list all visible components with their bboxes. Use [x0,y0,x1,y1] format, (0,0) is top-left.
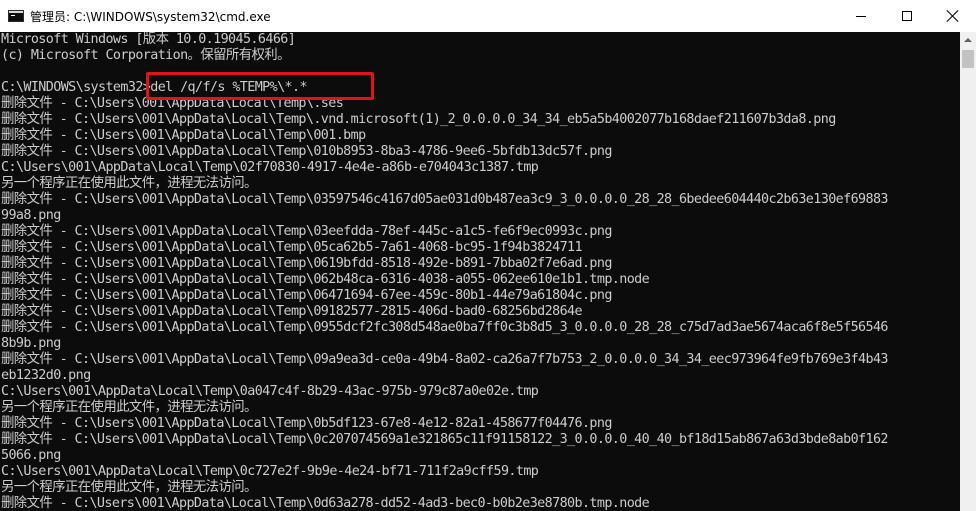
console-line: 删除文件 - C:\Users\001\AppData\Local\Temp\0… [1,288,612,303]
console-line: 删除文件 - C:\Users\001\AppData\Local\Temp\.… [1,112,836,127]
minimize-icon [856,16,866,17]
console-line: 删除文件 - C:\Users\001\AppData\Local\Temp\0… [1,352,888,367]
cmd-icon [8,10,24,22]
console-line: 另一个程序正在使用此文件，进程无法访问。 [1,400,257,415]
console-line: 删除文件 - C:\Users\001\AppData\Local\Temp\0… [1,192,888,207]
console-line: 删除文件 - C:\Users\001\AppData\Local\Temp\0… [1,320,888,335]
console-line: C:\Users\001\AppData\Local\Temp\0a047c4f… [1,384,539,399]
console-line: 删除文件 - C:\Users\001\AppData\Local\Temp\0… [1,304,583,319]
window-title: 管理员: C:\WINDOWS\system32\cmd.exe [30,9,271,24]
console-line: 删除文件 - C:\Users\001\AppData\Local\Temp\0… [1,416,612,431]
command-highlight-box [146,72,374,100]
console-line: 删除文件 - C:\Users\001\AppData\Local\Temp\0… [1,128,366,143]
console-line: 5066.png [1,448,61,463]
console-line: C:\Users\001\AppData\Local\Temp\02f70830… [1,160,539,175]
console-line: C:\Users\001\AppData\Local\Temp\0c727e2f… [1,464,539,479]
console-line: 99a8.png [1,208,61,223]
console-line: 删除文件 - C:\Users\001\AppData\Local\Temp\0… [1,256,612,271]
window-controls [838,0,976,32]
console-line: 删除文件 - C:\Users\001\AppData\Local\Temp\0… [1,496,650,511]
console-line: (c) Microsoft Corporation。保留所有权利。 [1,48,290,63]
console-line: 删除文件 - C:\Users\001\AppData\Local\Temp\0… [1,432,888,447]
maximize-button[interactable] [884,0,930,32]
scroll-thumb[interactable] [962,50,974,68]
close-icon [946,9,960,23]
console-lines: Microsoft Windows [版本 10.0.19045.6466] (c… [1,32,888,511]
console-line: 删除文件 - C:\Users\001\AppData\Local\Temp\0… [1,240,583,255]
maximize-icon [902,11,912,21]
console-line: 删除文件 - C:\Users\001\AppData\Local\Temp\0… [1,272,650,287]
console-line: 另一个程序正在使用此文件，进程无法访问。 [1,480,257,495]
vertical-scrollbar[interactable] [960,32,976,511]
console-output[interactable]: Microsoft Windows [版本 10.0.19045.6466] (c… [0,32,960,511]
console-line: 删除文件 - C:\Users\001\AppData\Local\Temp\.… [1,96,344,111]
console-line: eb1232d0.png [1,368,91,383]
cmd-window: 管理员: C:\WINDOWS\system32\cmd.exe Microso… [0,0,976,511]
close-button[interactable] [930,0,976,32]
console-line: Microsoft Windows [版本 10.0.19045.6466] [1,32,296,47]
minimize-button[interactable] [838,0,884,32]
title-bar[interactable]: 管理员: C:\WINDOWS\system32\cmd.exe [0,0,976,32]
console-line: 8b9b.png [1,336,61,351]
console-line: 另一个程序正在使用此文件，进程无法访问。 [1,176,257,191]
console-line: 删除文件 - C:\Users\001\AppData\Local\Temp\0… [1,144,612,159]
scroll-up-arrow-icon[interactable] [960,32,976,48]
console-line: 删除文件 - C:\Users\001\AppData\Local\Temp\0… [1,224,612,239]
console-line: C:\WINDOWS\system32>del /q/f/s %TEMP%\*.… [1,80,308,95]
